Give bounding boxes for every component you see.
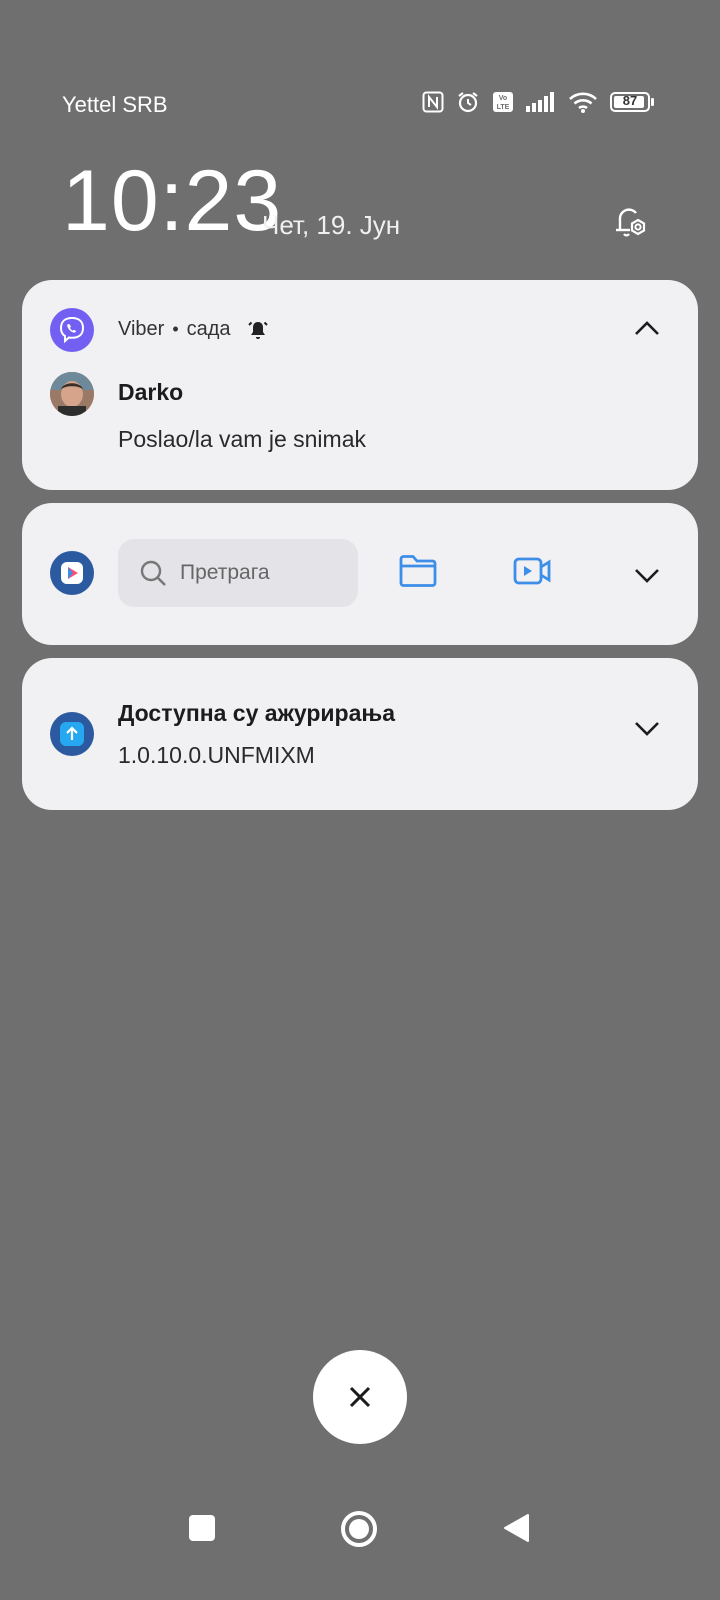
search-icon [138,558,168,588]
volte-icon: Vo LTE [492,91,514,113]
bell-icon [247,319,269,341]
update-version: 1.0.10.0.UNFMIXM [118,742,315,768]
separator: • [172,319,179,339]
collapse-chevron-up-icon[interactable] [632,313,662,343]
update-icon [50,712,94,756]
nfc-icon [422,91,444,113]
viber-icon [50,308,94,352]
svg-text:Vo: Vo [499,95,507,102]
expand-chevron-down-icon[interactable] [632,561,662,591]
search-placeholder: Претрага [180,561,270,584]
sender-name: Darko [118,379,184,405]
clear-all-button[interactable] [313,1350,407,1444]
avatar [50,372,94,416]
signal-icon [526,92,556,112]
update-notification[interactable]: Доступна су ажурирања 1.0.10.0.UNFMIXM [22,658,698,810]
battery-icon: 87 [610,92,654,112]
folder-icon[interactable] [398,553,438,594]
clock-time: 10:23 [62,153,283,249]
app-name: Viber [118,318,165,340]
clock-date: Чет, 19. Јун [262,210,401,240]
recents-button[interactable] [189,1515,215,1541]
battery-level: 87 [622,93,638,108]
notification-settings-icon[interactable] [608,200,650,247]
home-button[interactable] [341,1511,377,1547]
alarm-icon [456,90,480,114]
notification-time: сада [186,318,231,340]
expand-chevron-down-icon[interactable] [632,714,662,744]
video-icon[interactable] [512,553,552,594]
status-icons: Vo LTE 87 [422,90,654,114]
play-icon [50,551,94,595]
back-button[interactable] [502,1512,532,1549]
update-title: Доступна су ажурирања [118,700,396,726]
message-text: Poslao/la vam je snimak [118,426,366,452]
search-input[interactable]: Претрага [118,539,358,607]
viber-header: Viber • сада [118,318,269,341]
carrier-label: Yettel SRB [62,92,168,117]
search-widget-notification[interactable]: Претрага [22,503,698,645]
svg-text:LTE: LTE [497,104,510,111]
close-icon [347,1384,373,1410]
viber-notification[interactable]: Viber • сада Darko Poslao/la vam je snim… [22,280,698,490]
wifi-icon [568,91,598,113]
